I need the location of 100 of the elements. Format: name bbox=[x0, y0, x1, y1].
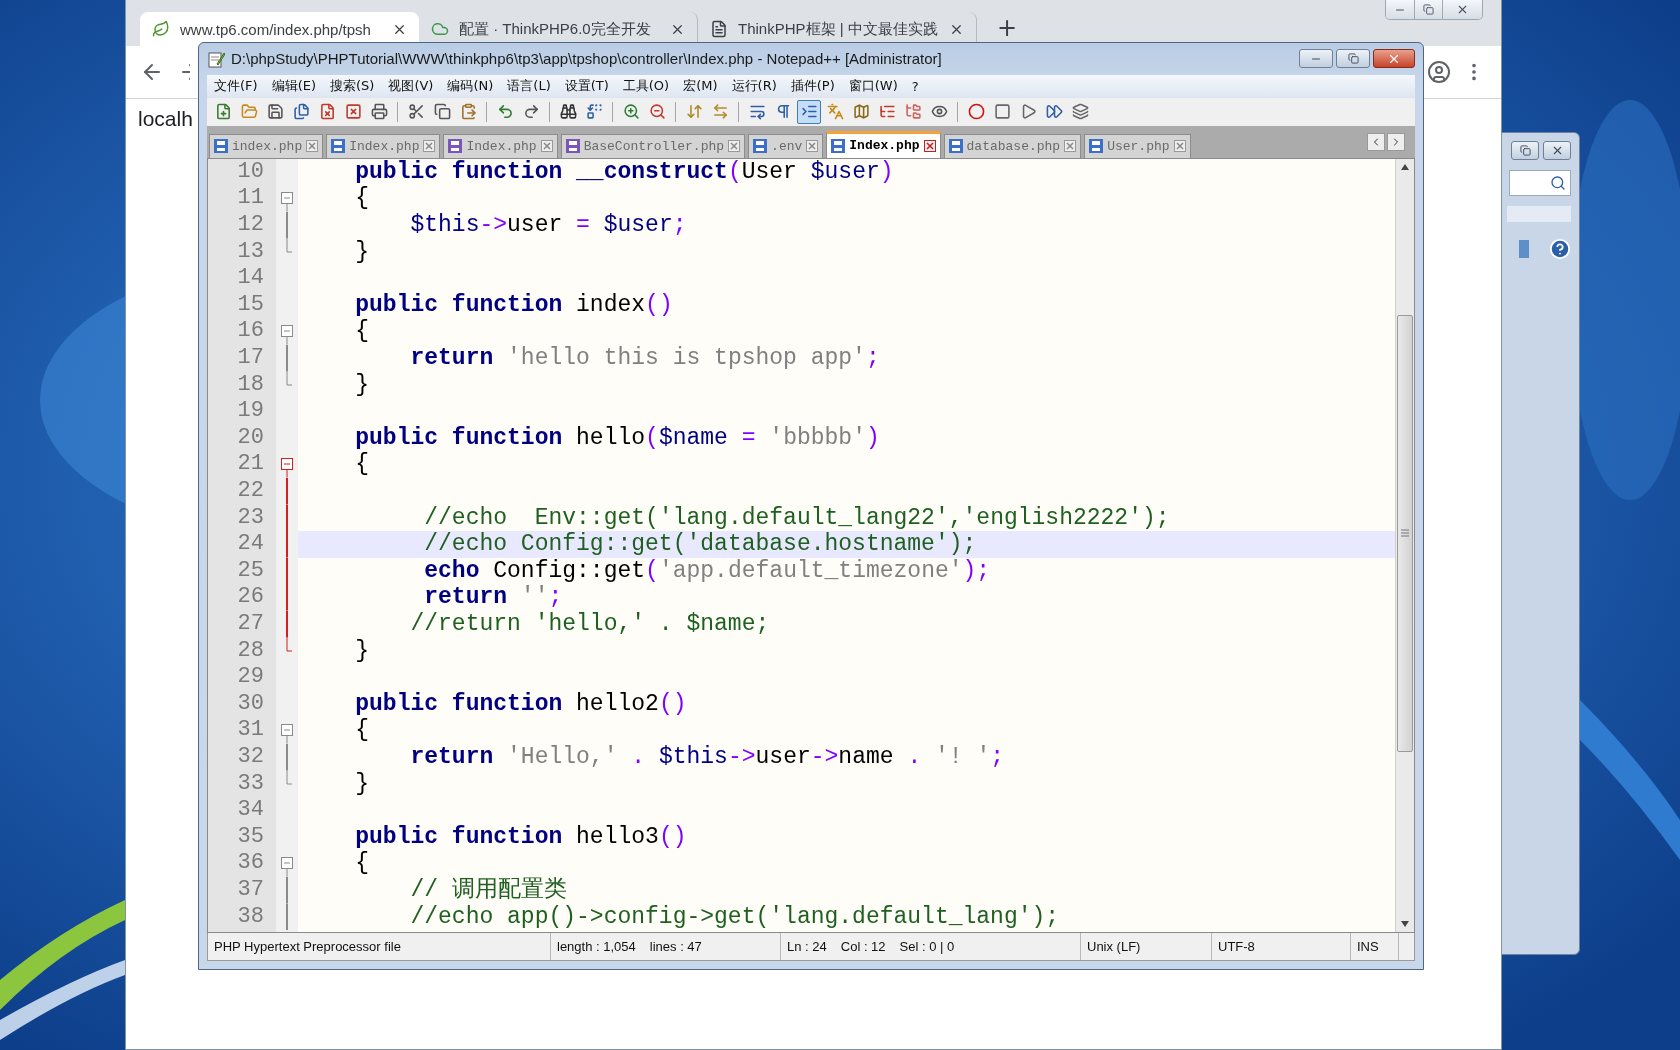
minimize-button[interactable] bbox=[1386, 0, 1414, 19]
new-file-icon bbox=[214, 103, 232, 121]
file-tab[interactable]: Index.php bbox=[326, 133, 441, 158]
file-tab[interactable]: index.php bbox=[209, 133, 324, 158]
status-text: lines : 47 bbox=[649, 939, 702, 954]
scroll-up-icon[interactable] bbox=[1400, 162, 1410, 171]
line-number: 32 bbox=[236, 743, 265, 771]
account-icon[interactable] bbox=[1427, 60, 1451, 84]
zoom-out-icon bbox=[648, 103, 666, 121]
save-macro-icon bbox=[1071, 103, 1089, 121]
line-number: 15 bbox=[236, 291, 265, 319]
new-tab-button[interactable]: + bbox=[991, 14, 1024, 42]
page-text: localh bbox=[138, 107, 193, 131]
scrollbar-thumb[interactable] bbox=[1397, 314, 1413, 752]
menu-item[interactable]: 窗口(W) bbox=[841, 77, 905, 96]
status-text: Sel : 0 | 0 bbox=[899, 939, 955, 954]
code-line: return ''; bbox=[423, 584, 563, 611]
menu-item[interactable]: 文件(F) bbox=[207, 77, 265, 96]
code-line: { bbox=[354, 850, 370, 877]
menu-item[interactable]: 宏(M) bbox=[676, 77, 725, 96]
stop-icon bbox=[993, 103, 1011, 121]
line-number: 17 bbox=[236, 345, 265, 372]
folder-icon bbox=[240, 103, 258, 121]
file-tab[interactable]: User.php bbox=[1084, 133, 1191, 158]
line-number: 16 bbox=[236, 318, 265, 346]
line-number: 38 bbox=[236, 903, 265, 931]
file-tab[interactable]: Index.php bbox=[443, 133, 558, 158]
maximize-button[interactable] bbox=[1336, 49, 1370, 69]
line-number: 34 bbox=[236, 797, 265, 824]
line-number: 33 bbox=[236, 770, 265, 798]
line-number: 29 bbox=[236, 664, 265, 691]
paste-icon bbox=[459, 103, 477, 121]
sync-vertical-icon bbox=[685, 103, 703, 121]
fold-marker-icon[interactable] bbox=[281, 857, 293, 877]
toolbar-band bbox=[1507, 206, 1571, 222]
line-number: 27 bbox=[236, 610, 265, 638]
line-number: 30 bbox=[236, 690, 265, 718]
leaf-icon bbox=[152, 20, 170, 38]
copy-icon bbox=[433, 103, 451, 121]
undo-icon bbox=[496, 103, 514, 121]
menu-item[interactable]: 设置(T) bbox=[557, 77, 616, 96]
menu-item[interactable]: 搜索(S) bbox=[323, 77, 382, 96]
status-text: length : 1,054 bbox=[557, 939, 636, 954]
code-line: return 'hello this is tpshop app'; bbox=[409, 345, 880, 372]
browser-tab[interactable]: www.tp6.com/index.php/tpsh bbox=[140, 12, 419, 46]
scroll-right-button[interactable] bbox=[1387, 132, 1405, 151]
close-button[interactable] bbox=[1373, 49, 1415, 69]
status-text: Ln : 24 bbox=[787, 939, 827, 954]
help-icon[interactable] bbox=[1549, 238, 1571, 260]
word-wrap-icon bbox=[748, 103, 766, 121]
folder-tree-icon bbox=[904, 103, 922, 121]
menu-item[interactable]: ? bbox=[904, 78, 926, 94]
menu-item[interactable]: 插件(P) bbox=[783, 77, 842, 96]
line-number: 31 bbox=[236, 717, 265, 744]
file-tab[interactable]: Index.php bbox=[826, 130, 941, 158]
code-line: { bbox=[354, 318, 370, 346]
code-line: public function __construct(User $user) bbox=[354, 158, 894, 186]
close-icon bbox=[1387, 52, 1401, 66]
close-icon[interactable] bbox=[923, 139, 936, 152]
map-icon bbox=[852, 103, 870, 121]
fold-marker-icon[interactable] bbox=[281, 325, 293, 346]
menu-item[interactable]: 工具(O) bbox=[615, 77, 677, 96]
code-line: // 调用配置类 bbox=[409, 876, 567, 904]
code-line: { bbox=[354, 451, 370, 478]
status-text: PHP Hypertext Preprocessor file bbox=[214, 939, 401, 954]
line-number: 10 bbox=[236, 158, 265, 186]
line-number: 37 bbox=[236, 876, 265, 904]
page-icon bbox=[710, 20, 728, 38]
close-file-icon bbox=[318, 103, 336, 121]
file-tab[interactable]: .env bbox=[748, 133, 824, 158]
menu-item[interactable]: 语言(L) bbox=[500, 77, 558, 96]
restore-icon bbox=[1347, 53, 1359, 65]
fold-marker-icon[interactable] bbox=[281, 458, 293, 478]
search-field[interactable] bbox=[1509, 170, 1571, 196]
file-tab[interactable]: BaseController.php bbox=[560, 133, 746, 158]
line-number: 25 bbox=[236, 557, 265, 585]
find-icon bbox=[559, 103, 577, 121]
menu-item[interactable]: 编码(N) bbox=[440, 77, 501, 96]
line-number: 14 bbox=[236, 265, 265, 292]
fold-marker-icon[interactable] bbox=[281, 724, 293, 744]
maximize-button[interactable] bbox=[1414, 0, 1442, 19]
record-icon bbox=[967, 103, 985, 121]
fast-forward-icon bbox=[1045, 103, 1063, 121]
toolbar-button[interactable] bbox=[797, 99, 821, 124]
menu-item[interactable]: 运行(R) bbox=[724, 77, 784, 96]
zoom-in-icon bbox=[622, 103, 640, 121]
restore-button[interactable] bbox=[1511, 141, 1539, 160]
print-icon bbox=[370, 103, 388, 121]
close-button[interactable] bbox=[1543, 141, 1571, 160]
scroll-left-button[interactable] bbox=[1367, 132, 1385, 151]
line-number: 12 bbox=[236, 212, 265, 239]
code-line: } bbox=[354, 371, 370, 399]
line-number: 11 bbox=[236, 185, 265, 213]
scroll-down-icon[interactable] bbox=[1400, 920, 1410, 929]
menu-item[interactable]: 视图(V) bbox=[381, 77, 441, 96]
code-line: public function hello2() bbox=[354, 690, 687, 718]
menu-item[interactable]: 编辑(E) bbox=[264, 77, 323, 96]
fold-marker-icon[interactable] bbox=[281, 192, 293, 213]
file-tab[interactable]: database.php bbox=[943, 133, 1082, 158]
minimize-button[interactable] bbox=[1299, 49, 1333, 69]
